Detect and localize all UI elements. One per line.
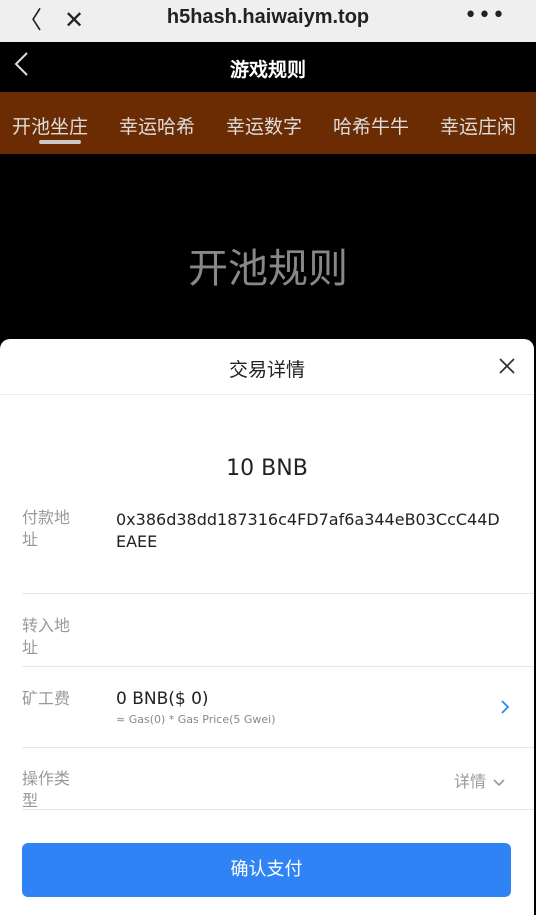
hero: 开池规则 — [0, 154, 536, 344]
tab-lucky-hash[interactable]: 幸运哈希 — [119, 112, 195, 139]
tab-open-pool[interactable]: 开池坐庄 — [12, 112, 88, 139]
sheet-title: 交易详情 — [228, 359, 305, 381]
close-icon[interactable] — [498, 357, 516, 379]
tab-bar: 开池坐庄 幸运哈希 幸运数字 哈希牛牛 幸运庄闲 — [0, 92, 536, 154]
browser-bar: 〈 ✕ h5hash.haiwaiym.top ••• — [0, 0, 536, 42]
hero-title: 开池规则 — [188, 246, 348, 292]
page-title: 游戏规则 — [229, 59, 306, 81]
chevron-down-icon — [493, 778, 505, 786]
detail-toggle-label: 详情 — [453, 772, 486, 791]
payer-label: 付款地址 — [22, 508, 71, 549]
chevron-right-icon[interactable] — [500, 699, 510, 719]
receiver-label: 转入地址 — [22, 616, 71, 657]
payer-address: 0x386d38dd187316c4FD7af6a344eB03CcC44DEA… — [116, 510, 500, 551]
more-icon[interactable]: ••• — [464, 3, 506, 28]
confirm-pay-button[interactable]: 确认支付 — [22, 843, 511, 897]
divider — [22, 809, 534, 810]
tab-lucky-number[interactable]: 幸运数字 — [226, 112, 302, 139]
operation-label: 操作类型 — [22, 769, 71, 810]
divider — [22, 593, 534, 594]
transaction-sheet: 交易详情 10 BNB 付款地址 0x386d38dd187316c4FD7af… — [0, 339, 534, 915]
divider — [22, 666, 534, 667]
amount: 10 BNB — [226, 456, 308, 481]
app-header: 游戏规则 — [0, 42, 536, 92]
fee-label: 矿工费 — [22, 689, 71, 708]
detail-toggle[interactable]: 详情 — [454, 768, 506, 792]
fee-value: 0 BNB($ 0) — [116, 689, 209, 709]
tab-lucky-banker[interactable]: 幸运庄闲 — [440, 112, 516, 139]
browser-url[interactable]: h5hash.haiwaiym.top — [0, 6, 536, 29]
active-tab-indicator — [39, 140, 81, 144]
sheet-header: 交易详情 — [0, 339, 534, 395]
fee-formula: ≈ Gas(0) * Gas Price(5 Gwei) — [116, 713, 276, 726]
divider — [22, 747, 534, 748]
tab-hash-niuniu[interactable]: 哈希牛牛 — [333, 112, 409, 139]
